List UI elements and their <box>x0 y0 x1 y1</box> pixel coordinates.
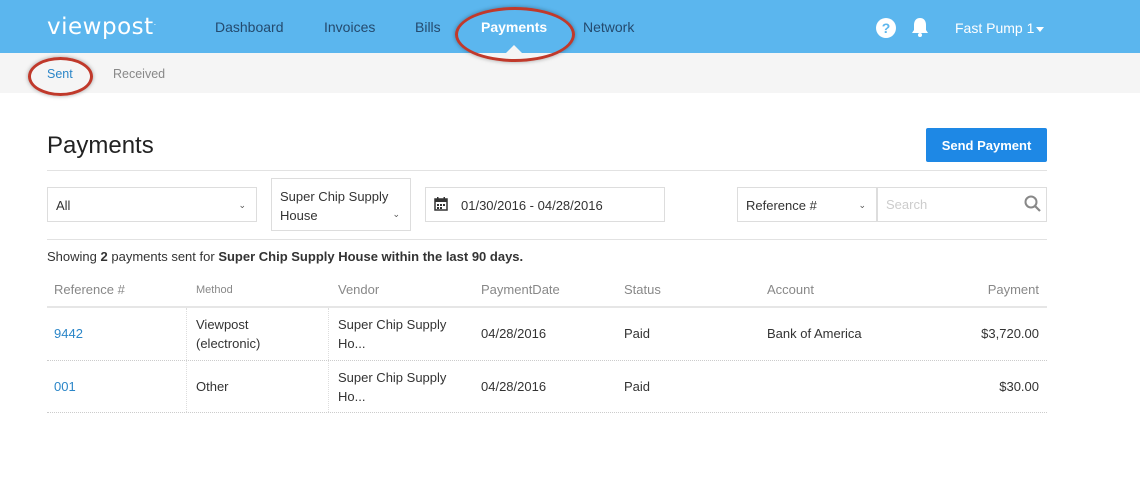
page-title: Payments <box>47 132 154 159</box>
divider <box>47 239 1047 240</box>
user-name: Fast Pump 1 <box>955 20 1035 36</box>
vendor-cell: Ho... <box>338 336 366 351</box>
search-input[interactable] <box>877 187 1047 222</box>
divider <box>47 170 1047 171</box>
column-header-payment[interactable]: Payment <box>939 282 1039 297</box>
payment-amount-cell: $30.00 <box>999 379 1039 394</box>
method-cell: Viewpost <box>196 317 249 332</box>
column-header-account[interactable]: Account <box>767 282 814 297</box>
payment-amount-cell: $3,720.00 <box>981 326 1039 341</box>
tab-received[interactable]: Received <box>113 67 165 81</box>
help-icon[interactable]: ? <box>876 18 896 38</box>
nav-invoices[interactable]: Invoices <box>324 19 375 35</box>
method-cell: Other <box>196 379 229 394</box>
chevron-down-icon: ⌄ <box>858 200 866 210</box>
search-field-select[interactable]: Reference # ⌄ <box>737 187 877 222</box>
vendor-cell: Super Chip Supply <box>338 370 447 385</box>
table-header-divider <box>47 306 1047 308</box>
status-cell: Paid <box>624 379 651 394</box>
vendor-filter-select[interactable]: Super Chip Supply House ⌄ <box>271 178 411 231</box>
column-header-payment-date[interactable]: PaymentDate <box>481 282 560 297</box>
viewpost-logo[interactable]: viewpost. <box>47 14 157 40</box>
column-header-method[interactable]: Method <box>196 284 233 296</box>
status-cell: Paid <box>624 326 651 341</box>
account-cell: Bank of America <box>767 326 862 341</box>
reference-link[interactable]: 001 <box>54 377 76 396</box>
payment-date-cell: 04/28/2016 <box>481 379 547 394</box>
method-cell: (electronic) <box>196 336 261 351</box>
nav-dashboard[interactable]: Dashboard <box>215 19 284 35</box>
nav-bills[interactable]: Bills <box>415 19 441 35</box>
row-divider <box>47 412 1047 413</box>
search-icon[interactable] <box>1024 195 1041 212</box>
column-header-vendor[interactable]: Vendor <box>338 282 379 297</box>
send-payment-button[interactable]: Send Payment <box>926 128 1047 162</box>
bell-icon[interactable] <box>909 16 931 38</box>
row-divider <box>47 360 1047 361</box>
chevron-down-icon: ⌄ <box>392 209 400 219</box>
date-range-picker[interactable]: 01/30/2016 - 04/28/2016 <box>425 187 665 222</box>
results-summary: Showing 2 payments sent for Super Chip S… <box>47 249 524 264</box>
sub-nav-bar: Sent Received <box>0 53 1140 93</box>
chevron-down-icon: ⌄ <box>238 200 246 210</box>
column-header-status[interactable]: Status <box>624 282 661 297</box>
user-menu[interactable]: Fast Pump 1 <box>955 20 1045 36</box>
annotation-circle-payments <box>455 7 575 62</box>
calendar-icon <box>434 197 448 211</box>
column-header-reference[interactable]: Reference # <box>54 282 125 297</box>
status-filter-select[interactable]: All ⌄ <box>47 187 257 222</box>
annotation-circle-sent <box>28 57 93 96</box>
nav-network[interactable]: Network <box>583 19 634 35</box>
payment-date-cell: 04/28/2016 <box>481 326 547 341</box>
reference-link[interactable]: 9442 <box>54 324 83 343</box>
vendor-cell: Super Chip Supply <box>338 317 447 332</box>
vendor-cell: Ho... <box>338 389 366 404</box>
chevron-down-icon <box>1036 26 1045 32</box>
